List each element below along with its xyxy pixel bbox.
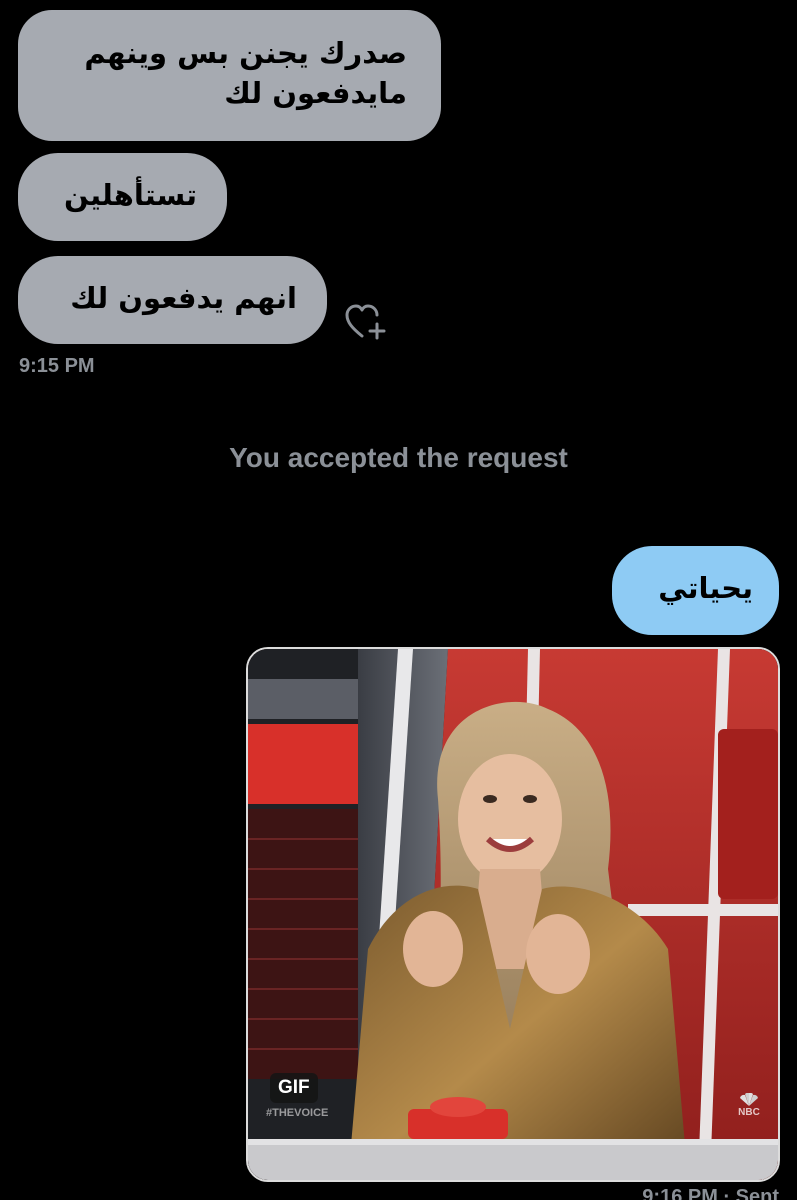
message-timestamp: 9:15 PM <box>19 355 95 377</box>
message-text: يحياتي <box>658 571 753 605</box>
system-message: You accepted the request <box>229 442 568 473</box>
sent-message-bubble[interactable]: يحياتي <box>612 546 779 635</box>
received-message-bubble[interactable]: تستأهلين <box>18 153 227 241</box>
gif-attachment[interactable]: GIF #THEVOICE NBC <box>246 647 780 1182</box>
heart-plus-icon <box>345 304 386 340</box>
received-message-bubble[interactable]: انهم يدفعون لك <box>18 256 327 344</box>
peacock-icon <box>740 1093 758 1106</box>
nbc-label: NBC <box>738 1107 760 1118</box>
received-message-bubble[interactable]: صدرك يجنن بس وينهم مايدفعون لك <box>18 10 441 141</box>
nbc-logo: NBC <box>738 1093 760 1118</box>
gif-image <box>248 649 778 1180</box>
message-text: انهم يدفعون لك <box>70 281 297 315</box>
message-text: تستأهلين <box>63 178 197 212</box>
sent-status-timestamp: 9:16 PM · Sent <box>642 1186 779 1200</box>
add-reaction-button[interactable] <box>344 302 388 342</box>
gif-watermark-hashtag: #THEVOICE <box>266 1107 329 1119</box>
message-text: صدرك يجنن بس وينهم مايدفعون لك <box>84 36 407 110</box>
gif-badge: GIF <box>270 1073 318 1103</box>
dm-conversation: صدرك يجنن بس وينهم مايدفعون لك تستأهلين … <box>0 0 797 1200</box>
